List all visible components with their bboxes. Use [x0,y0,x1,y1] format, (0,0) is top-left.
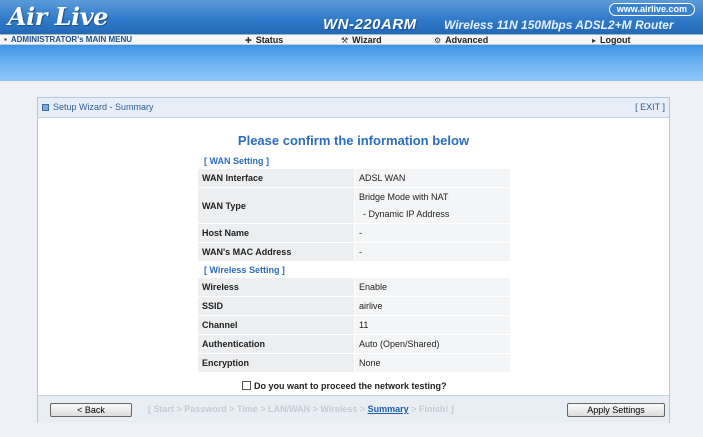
authentication-label: Authentication [197,334,355,354]
back-button[interactable]: < Back [50,403,132,417]
network-test-label: Do you want to proceed the network testi… [254,381,447,391]
website-badge: www.airlive.com [608,3,695,16]
wireless-section-title: [ Wireless Setting ] [197,261,511,278]
table-row: [ WAN Setting ] [197,152,511,169]
authentication-value: Auto (Open/Shared) [354,334,511,354]
wan-section-title: [ WAN Setting ] [197,152,511,169]
channel-value: 11 [354,315,511,335]
table-row: Channel 11 [197,315,511,335]
confirm-heading: Please confirm the information below [237,133,470,148]
wan-mac-label: WAN's MAC Address [197,242,355,262]
wan-interface-label: WAN Interface [197,168,355,188]
ssid-value: airlive [354,296,511,316]
table-row: [ Wireless Setting ] [197,261,511,278]
panel-bullet-icon [42,104,49,111]
wan-type-line2: - Dynamic IP Address [363,208,450,219]
nav-advanced[interactable]: ⚙ Advanced [434,35,488,45]
wireless-label: Wireless [197,277,355,297]
main-menu-title: ▪ ADMINISTRATOR's MAIN MENU [4,35,133,44]
nav-logout[interactable]: ▸ Logout [592,35,631,45]
main-menu-bar: ▪ ADMINISTRATOR's MAIN MENU ✚ Status ⚒ Wiza… [0,34,703,45]
menu-bullet-icon: ▪ [4,35,7,44]
wan-type-line1: Bridge Mode with NAT [359,191,449,202]
encryption-label: Encryption [197,353,355,373]
nav-status[interactable]: ✚ Status [245,35,283,45]
encryption-value: None [354,353,511,373]
wan-interface-value: ADSL WAN [354,168,511,188]
wireless-value: Enable [354,277,511,297]
setup-wizard-panel: Setup Wizard - Summary [ EXIT ] Please c… [37,97,670,423]
header: Air Live www.airlive.com WN-220ARM Wirel… [0,0,703,34]
wan-mac-value: - [354,242,511,262]
wan-type-value: Bridge Mode with NAT - Dynamic IP Addres… [354,187,511,224]
model-name: WN-220ARM [323,16,417,33]
network-test-checkbox[interactable] [242,381,251,390]
panel-title: Setup Wizard - Summary [42,102,154,112]
nav-wizard[interactable]: ⚒ Wizard [341,35,382,45]
table-row: WAN's MAC Address - [197,242,511,262]
exit-link[interactable]: [ EXIT ] [635,102,665,112]
steps-before: [ Start > Password > Time > LAN/WAN > Wi… [148,404,368,414]
host-name-value: - [354,223,511,243]
table-row: Authentication Auto (Open/Shared) [197,334,511,354]
product-subtitle: Wireless 11N 150Mbps ADSL2+M Router [444,18,674,32]
table-row: Host Name - [197,223,511,243]
host-name-label: Host Name [197,223,355,243]
table-row: SSID airlive [197,296,511,316]
apply-settings-button[interactable]: Apply Settings [567,403,665,417]
steps-after: > Finish! ] [408,404,454,414]
wizard-steps: [ Start > Password > Time > LAN/WAN > Wi… [148,404,454,414]
wan-type-label: WAN Type [197,187,355,224]
airlive-logo: Air Live [8,2,108,31]
table-row: WAN Interface ADSL WAN [197,168,511,188]
network-test-option: Do you want to proceed the network testi… [242,381,447,391]
current-step: Summary [367,404,409,414]
panel-header: Setup Wizard - Summary [ EXIT ] [38,98,669,118]
channel-label: Channel [197,315,355,335]
wizard-footer: < Back [ Start > Password > Time > LAN/W… [38,395,669,423]
ssid-label: SSID [197,296,355,316]
header-band [0,45,703,81]
summary-table: [ WAN Setting ] WAN Interface ADSL WAN W… [197,152,511,373]
table-row: WAN Type Bridge Mode with NAT - Dynamic … [197,187,511,224]
table-row: Wireless Enable [197,277,511,297]
table-row: Encryption None [197,353,511,373]
